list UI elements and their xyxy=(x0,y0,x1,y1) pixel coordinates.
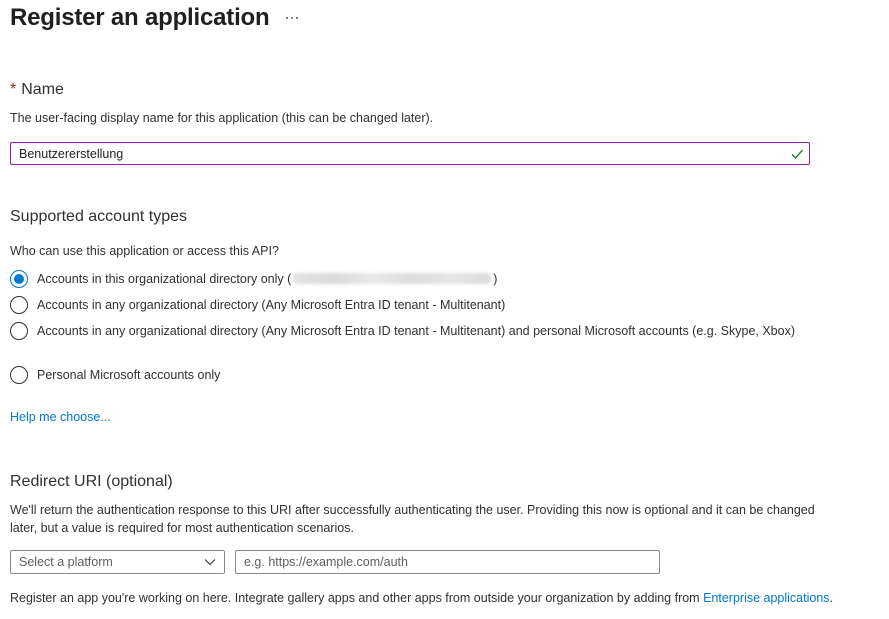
radio-option-single-tenant[interactable]: Accounts in this organizational director… xyxy=(10,270,497,288)
redirect-uri-input[interactable] xyxy=(244,553,644,571)
platform-select[interactable]: Select a platform xyxy=(10,550,225,574)
radio-button[interactable] xyxy=(10,322,28,340)
redirect-uri-description: We'll return the authentication response… xyxy=(10,503,815,535)
radio-button[interactable] xyxy=(10,366,28,384)
radio-button-checked[interactable] xyxy=(10,270,28,288)
radio-option-personal-only[interactable]: Personal Microsoft accounts only xyxy=(10,366,220,384)
page-title: Register an application xyxy=(10,4,270,31)
radio-button[interactable] xyxy=(10,296,28,314)
ellipsis-icon xyxy=(286,17,298,19)
enterprise-applications-link[interactable]: Enterprise applications xyxy=(703,591,829,605)
radio-label-prefix: Accounts in this organizational director… xyxy=(37,272,292,286)
account-types-heading: Supported account types xyxy=(10,208,188,225)
account-types-question: Who can use this application or access t… xyxy=(10,244,279,258)
required-marker: * xyxy=(10,81,17,98)
radio-label-single-tenant: Accounts in this organizational director… xyxy=(37,270,497,288)
chevron-down-icon xyxy=(204,559,216,566)
footer-note: Register an app you're working on here. … xyxy=(10,589,833,607)
help-me-choose-link[interactable]: Help me choose... xyxy=(10,408,111,426)
name-heading: * Name xyxy=(10,80,64,100)
platform-select-value: Select a platform xyxy=(19,555,113,569)
radio-label-multitenant: Accounts in any organizational directory… xyxy=(37,298,506,312)
name-input[interactable] xyxy=(19,144,759,163)
name-heading-label: Name xyxy=(21,81,64,98)
radio-option-multitenant[interactable]: Accounts in any organizational directory… xyxy=(10,296,505,314)
radio-label-personal-only: Personal Microsoft accounts only xyxy=(37,368,221,382)
name-field[interactable] xyxy=(10,142,810,165)
more-options-button[interactable] xyxy=(283,9,301,27)
footer-suffix: . xyxy=(829,591,834,605)
redirect-uri-field[interactable] xyxy=(235,550,660,574)
radio-option-multitenant-personal[interactable]: Accounts in any organizational directory… xyxy=(10,322,797,340)
radio-label-suffix: ) xyxy=(493,272,498,286)
radio-label-multitenant-personal: Accounts in any organizational directory… xyxy=(37,324,795,338)
name-description: The user-facing display name for this ap… xyxy=(10,111,434,125)
footer-text: Register an app you're working on here. … xyxy=(10,591,704,605)
checkmark-icon xyxy=(791,149,803,159)
redirect-uri-heading: Redirect URI (optional) xyxy=(10,473,173,490)
redacted-tenant-name xyxy=(293,273,492,284)
